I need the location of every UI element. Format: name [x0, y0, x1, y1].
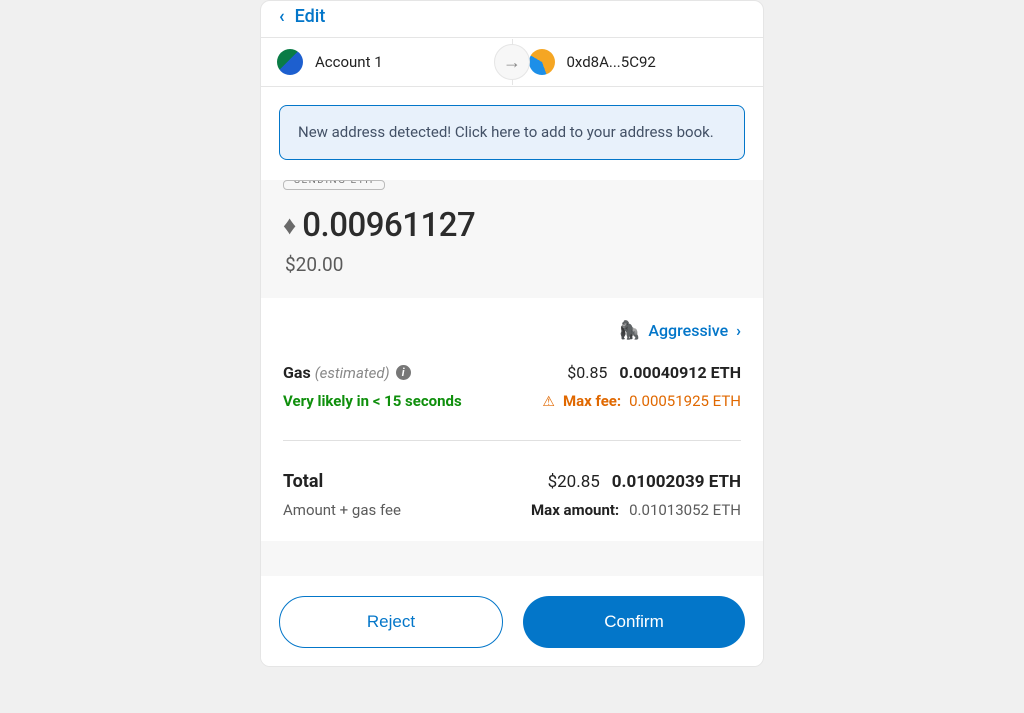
edit-link[interactable]: Edit — [295, 6, 326, 27]
gas-likely-text: Very likely in < 15 seconds — [283, 392, 462, 410]
gas-values: $0.85 0.00040912 ETH — [567, 363, 741, 382]
total-subtext: Amount + gas fee — [283, 501, 401, 519]
from-account[interactable]: Account 1 — [261, 39, 512, 85]
transfer-arrow-icon: → — [494, 44, 530, 80]
gas-card: 🦍 Aggressive › Gas (estimated) i $0.85 0… — [261, 298, 763, 541]
gas-label-group: Gas (estimated) i — [283, 363, 411, 382]
reject-button[interactable]: Reject — [279, 596, 503, 648]
from-avatar-icon — [277, 49, 303, 75]
maxamount-value: 0.01013052 ETH — [629, 501, 741, 519]
total-eth: 0.01002039 ETH — [612, 472, 741, 492]
divider — [283, 440, 741, 441]
amount-section: SENDING ETH ♦ 0.00961127 $20.00 — [261, 180, 763, 298]
confirm-button[interactable]: Confirm — [523, 596, 745, 648]
chevron-right-icon: › — [736, 321, 741, 340]
new-address-notice[interactable]: New address detected! Click here to add … — [279, 105, 745, 160]
accounts-row: Account 1 → 0xd8A...5C92 — [261, 37, 763, 87]
gas-usd: $0.85 — [567, 363, 607, 382]
sending-badge: SENDING ETH — [283, 180, 385, 190]
to-address: 0xd8A...5C92 — [567, 53, 656, 71]
warning-icon: ⚠ — [542, 394, 555, 410]
footer-buttons: Reject Confirm — [261, 576, 763, 666]
total-row: Total $20.85 0.01002039 ETH — [283, 471, 741, 492]
usd-amount: $20.00 — [285, 253, 741, 276]
notice-section: New address detected! Click here to add … — [261, 87, 763, 180]
eth-icon: ♦ — [283, 210, 296, 241]
header: ‹ Edit — [261, 1, 763, 37]
from-account-name: Account 1 — [315, 53, 383, 71]
eth-amount: 0.00961127 — [302, 206, 475, 245]
details-scroll[interactable]: SENDING ETH ♦ 0.00961127 $20.00 🦍 Aggres… — [261, 180, 763, 576]
gorilla-icon: 🦍 — [618, 320, 640, 341]
info-icon[interactable]: i — [396, 365, 411, 380]
gas-eth: 0.00040912 ETH — [619, 363, 741, 382]
maxfee-label: Max fee: — [563, 392, 621, 410]
to-avatar-icon — [529, 49, 555, 75]
total-usd: $20.85 — [548, 472, 600, 492]
to-account[interactable]: 0xd8A...5C92 — [512, 39, 764, 85]
gas-estimated-suffix: (estimated) — [315, 364, 390, 382]
gas-row: Gas (estimated) i $0.85 0.00040912 ETH — [283, 363, 741, 382]
gas-label: Gas — [283, 363, 311, 382]
eth-amount-row: ♦ 0.00961127 — [283, 206, 741, 245]
total-values: $20.85 0.01002039 ETH — [548, 472, 741, 492]
maxamount-label: Max amount: — [531, 501, 619, 519]
back-icon[interactable]: ‹ — [279, 6, 285, 27]
total-label: Total — [283, 471, 323, 492]
maxfee-group: ⚠ Max fee: 0.00051925 ETH — [542, 392, 741, 410]
gas-timing-row: Very likely in < 15 seconds ⚠ Max fee: 0… — [283, 392, 741, 410]
gas-speed-selector[interactable]: 🦍 Aggressive › — [283, 320, 741, 341]
gas-speed-label: Aggressive — [648, 321, 728, 340]
wallet-send-confirm: ‹ Edit Account 1 → 0xd8A...5C92 New addr… — [260, 0, 764, 667]
total-subtext-row: Amount + gas fee Max amount: 0.01013052 … — [283, 500, 741, 519]
maxamount-group: Max amount: 0.01013052 ETH — [531, 500, 741, 519]
maxfee-value: 0.00051925 ETH — [629, 392, 741, 410]
